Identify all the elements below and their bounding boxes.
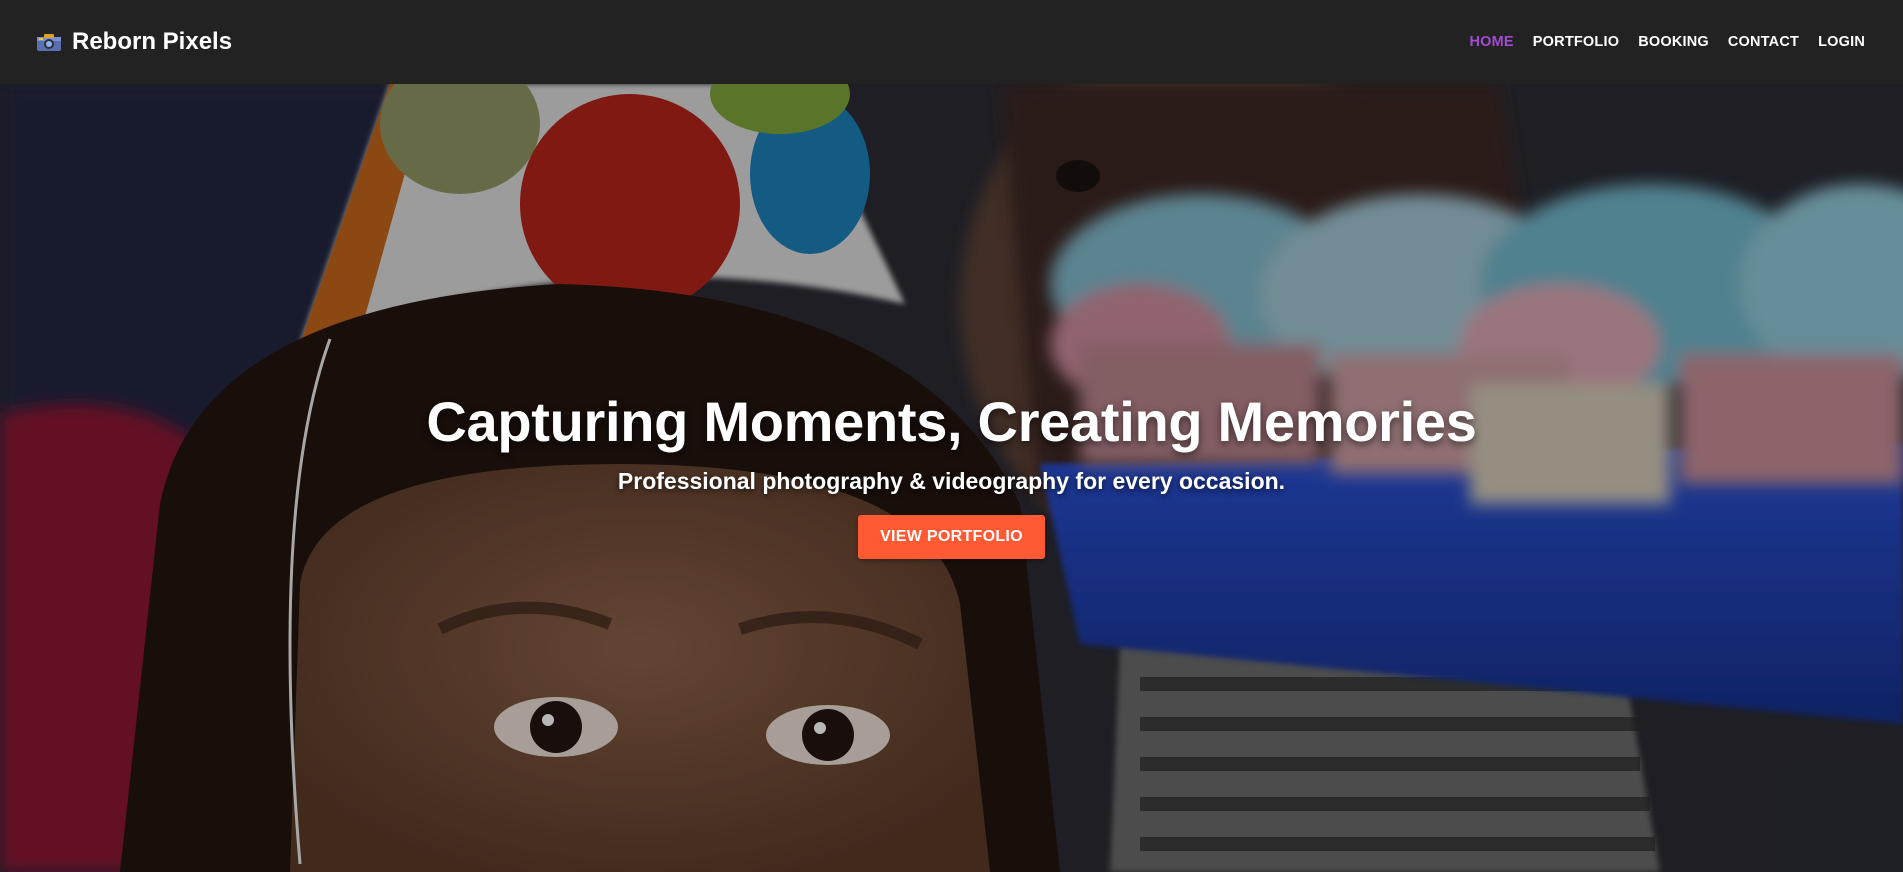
hero-section: Capturing Moments, Creating Memories Pro… xyxy=(0,84,1903,872)
hero-content: Capturing Moments, Creating Memories Pro… xyxy=(0,389,1903,559)
nav-link-contact[interactable]: CONTACT xyxy=(1728,34,1799,50)
brand-link[interactable]: Reborn Pixels xyxy=(36,28,232,56)
camera-icon xyxy=(36,31,62,53)
nav-link-portfolio[interactable]: PORTFOLIO xyxy=(1533,34,1619,50)
hero-title: Capturing Moments, Creating Memories xyxy=(426,390,1477,453)
nav-links: HOME PORTFOLIO BOOKING CONTACT LOGIN xyxy=(1450,33,1865,51)
brand-name: Reborn Pixels xyxy=(72,28,233,55)
hero-subtitle: Professional photography & videography f… xyxy=(617,468,1286,494)
nav-link-login[interactable]: LOGIN xyxy=(1818,34,1865,50)
nav-link-home[interactable]: HOME xyxy=(1469,34,1513,50)
nav-link-booking[interactable]: BOOKING xyxy=(1638,34,1709,50)
view-portfolio-button[interactable]: VIEW PORTFOLIO xyxy=(858,515,1045,559)
navbar: Reborn Pixels HOME PORTFOLIO BOOKING CON… xyxy=(0,0,1903,84)
